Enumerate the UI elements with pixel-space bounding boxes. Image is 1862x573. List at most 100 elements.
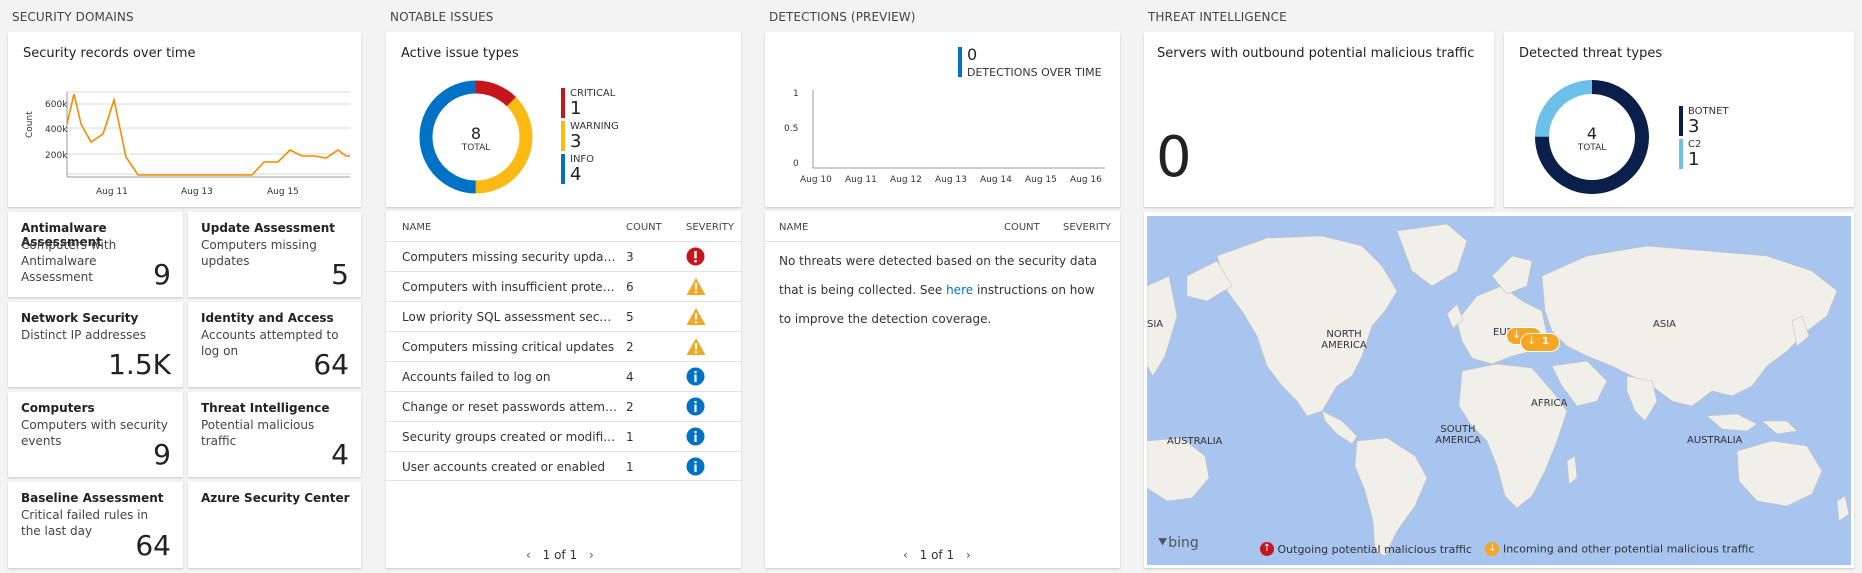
tile-computers[interactable]: Computers Computers with security events… <box>8 392 183 477</box>
detections-pager: ‹ 1 of 1 › <box>903 548 971 562</box>
table-row[interactable]: Accounts failed to log on 4 <box>386 361 741 391</box>
issues-total-label: TOTAL <box>461 143 491 153</box>
issues-pager-text: 1 of 1 <box>542 548 578 562</box>
map-legend: ↑ Outgoing potential malicious traffic ↓… <box>1260 542 1754 556</box>
table-row[interactable]: User accounts created or enabled 1 <box>386 451 741 481</box>
table-row[interactable]: Security groups created or modified 1 <box>386 421 741 451</box>
issue-name: Security groups created or modified <box>402 430 617 444</box>
map-label-africa: AFRICA <box>1531 398 1568 409</box>
tile-value: 5 <box>331 258 349 291</box>
threat-donut-center: 4 TOTAL <box>1562 124 1622 153</box>
tile-azure-security-center[interactable]: Azure Security Center <box>188 482 361 568</box>
detected-threat-types-card[interactable]: Detected threat types 4 TOTAL BOTNET 3 C… <box>1504 32 1854 207</box>
incoming-traffic-icon: ↓ <box>1485 542 1500 556</box>
active-issue-types-title: Active issue types <box>401 46 519 61</box>
detections-ytick: 1 <box>793 89 799 99</box>
bing-logo-text: bing <box>1168 535 1199 551</box>
issue-name: Computers missing security updates <box>402 250 617 264</box>
issue-count: 3 <box>626 250 634 264</box>
threat-map-card[interactable]: SIA NORTH AMERICA EUROPE ASIA AFRICA SOU… <box>1144 212 1854 568</box>
issue-count: 1 <box>626 460 634 474</box>
table-row[interactable]: Low priority SQL assessment security r..… <box>386 301 741 331</box>
tile-value: 64 <box>313 348 349 381</box>
map-label-australia-right: AUSTRALIA <box>1687 435 1743 446</box>
outbound-traffic-card[interactable]: Servers with outbound potential maliciou… <box>1144 32 1494 207</box>
tile-title: Azure Security Center <box>201 491 350 505</box>
section-title-threat-intelligence: THREAT INTELLIGENCE <box>1148 10 1287 24</box>
legend-value-botnet: 3 <box>1688 116 1700 137</box>
chevron-right-icon[interactable]: › <box>966 548 971 562</box>
marker-count: 1 <box>1542 336 1549 347</box>
active-issue-types-card[interactable]: Active issue types 8 TOTAL CRITICAL 1 WA… <box>386 32 741 207</box>
table-row[interactable]: Change or reset passwords attempts 2 <box>386 391 741 421</box>
tile-baseline-assessment[interactable]: Baseline Assessment Critical failed rule… <box>8 482 183 568</box>
tile-update-assessment[interactable]: Update Assessment Computers missing upda… <box>188 212 361 297</box>
tile-title: Computers <box>21 401 95 415</box>
arrow-down-icon: ↓ <box>1512 328 1522 341</box>
records-series-line <box>66 93 350 176</box>
legend-swatch-c2 <box>1679 139 1683 169</box>
bing-logo-glyph: ⯆ <box>1157 535 1169 551</box>
detections-chart-card[interactable]: 0 DETECTIONS OVER TIME 1 0.5 0 Aug 10 Au… <box>765 32 1120 207</box>
legend-value-warning: 3 <box>570 131 582 152</box>
detections-ytick: 0.5 <box>784 124 798 134</box>
tile-title: Threat Intelligence <box>201 401 330 415</box>
info-icon <box>686 367 705 389</box>
issue-count: 2 <box>626 400 634 414</box>
issues-donut-center: 8 TOTAL <box>446 124 506 153</box>
table-row[interactable]: Computers with insufficient protection 6 <box>386 271 741 301</box>
tile-network-security[interactable]: Network Security Distinct IP addresses 1… <box>8 302 183 387</box>
detections-xtick: Aug 13 <box>935 175 967 185</box>
issue-name: User accounts created or enabled <box>402 460 605 474</box>
outbound-traffic-value: 0 <box>1156 125 1192 190</box>
tile-antimalware-assessment[interactable]: Antimalware Assessment Computers with An… <box>8 212 183 297</box>
detected-threat-types-title: Detected threat types <box>1519 46 1663 61</box>
issue-count: 2 <box>626 340 634 354</box>
legend-outgoing-label: Outgoing potential malicious traffic <box>1277 542 1472 556</box>
chevron-right-icon[interactable]: › <box>589 548 594 562</box>
issue-name: Accounts failed to log on <box>402 370 551 384</box>
threat-map[interactable]: SIA NORTH AMERICA EUROPE ASIA AFRICA SOU… <box>1147 216 1851 565</box>
detections-header-count: COUNT <box>1004 222 1040 233</box>
legend-swatch-info <box>561 154 565 184</box>
world-map-land <box>1147 223 1850 557</box>
tile-identity-and-access[interactable]: Identity and Access Accounts attempted t… <box>188 302 361 387</box>
issue-count: 1 <box>626 430 634 444</box>
tile-value: 9 <box>153 258 171 291</box>
section-title-security-domains: SECURITY DOMAINS <box>12 10 134 24</box>
map-label-south-america: SOUTH AMERICA <box>1435 424 1481 446</box>
detections-xtick: Aug 15 <box>1025 175 1057 185</box>
chevron-left-icon[interactable]: ‹ <box>903 548 908 562</box>
map-label-north-america: NORTH AMERICA <box>1321 329 1367 351</box>
section-title-detections: DETECTIONS (PREVIEW) <box>769 10 916 24</box>
chevron-left-icon[interactable]: ‹ <box>526 548 531 562</box>
detections-ytick: 0 <box>793 159 799 169</box>
section-title-notable-issues: NOTABLE ISSUES <box>390 10 494 24</box>
detections-xtick: Aug 11 <box>845 175 877 185</box>
tile-subtitle: Computers with security events <box>21 418 168 448</box>
records-xtick: Aug 15 <box>267 187 299 197</box>
security-records-card[interactable]: Security records over time Count 600k 40… <box>8 32 361 207</box>
issues-total-value: 8 <box>470 124 482 143</box>
issues-pager: ‹ 1 of 1 › <box>526 548 594 562</box>
detections-xtick: Aug 12 <box>890 175 922 185</box>
table-row[interactable]: Computers missing critical updates 2 <box>386 331 741 361</box>
detections-chart: 1 0.5 0 Aug 10 Aug 11 Aug 12 Aug 13 Aug … <box>784 89 1105 185</box>
incoming-traffic-marker[interactable]: ↓ 1 <box>1521 334 1559 351</box>
tile-title: Network Security <box>21 311 139 325</box>
detections-xtick: Aug 16 <box>1070 175 1102 185</box>
improve-coverage-link[interactable]: here <box>946 283 973 297</box>
map-label-australia-left: AUSTRALIA <box>1167 436 1223 447</box>
notable-issues-table-card: NAME COUNT SEVERITY Computers missing se… <box>386 211 741 568</box>
security-records-chart: Count 600k 400k 200k Aug 11 Aug 13 Aug 1… <box>25 91 350 197</box>
issue-name: Computers with insufficient protection <box>402 280 617 294</box>
records-ytick: 600k <box>45 100 68 110</box>
detections-xtick: Aug 14 <box>980 175 1012 185</box>
tile-title: Baseline Assessment <box>21 491 164 505</box>
tile-subtitle: Computers missing updates <box>201 238 317 268</box>
threat-total-value: 4 <box>1586 124 1598 143</box>
tile-subtitle: Computers with Antimalware Assessment <box>21 238 117 284</box>
legend-swatch-botnet <box>1679 106 1683 136</box>
tile-threat-intelligence[interactable]: Threat Intelligence Potential malicious … <box>188 392 361 477</box>
table-row[interactable]: Computers missing security updates 3 <box>386 241 741 271</box>
